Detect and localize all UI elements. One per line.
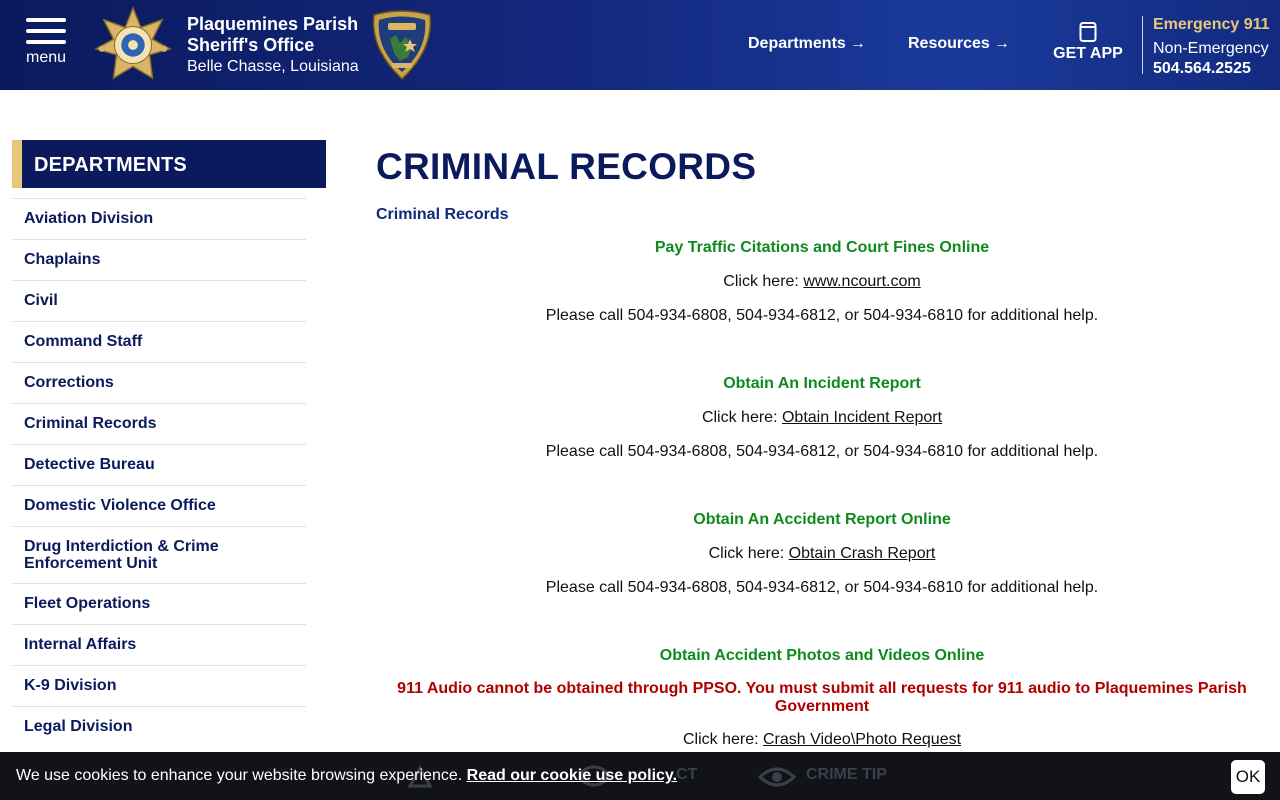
- sheriff-star-badge-logo[interactable]: [94, 6, 172, 84]
- sidebar-item-domestic-violence-office[interactable]: Domestic Violence Office: [12, 485, 306, 526]
- contact-block: Emergency 911 Non-Emergency 504.564.2525: [1153, 15, 1270, 77]
- non-emergency-label: Non-Emergency: [1153, 40, 1269, 57]
- incident-report-link[interactable]: Obtain Incident Report: [782, 409, 942, 426]
- ghost-contact-label: CT: [676, 766, 698, 783]
- sidebar-item-label: Aviation Division: [24, 210, 154, 227]
- section-traffic-citations: Pay Traffic Citations and Court Fines On…: [376, 238, 1268, 326]
- click-prefix: Click here:: [701, 409, 778, 426]
- sidebar-item-drug-interdiction[interactable]: Drug Interdiction & Crime Enforcement Un…: [12, 526, 306, 583]
- cookie-ok-button[interactable]: OK: [1231, 760, 1265, 794]
- get-app-label: GET APP: [1053, 45, 1123, 62]
- sidebar-item-k9-division[interactable]: K-9 Division: [12, 665, 306, 706]
- crash-report-link[interactable]: Obtain Crash Report: [789, 545, 936, 562]
- cookie-banner: CT CRIME TIP We use cookies to enhance y…: [0, 752, 1280, 800]
- breadcrumb[interactable]: Criminal Records: [376, 206, 508, 224]
- sidebar-item-aviation-division[interactable]: Aviation Division: [12, 198, 306, 239]
- sidebar-item-detective-bureau[interactable]: Detective Bureau: [12, 444, 306, 485]
- click-line: Click here: www.ncourt.com: [376, 272, 1268, 292]
- sidebar-item-civil[interactable]: Civil: [12, 280, 306, 321]
- help-text: Please call 504-934-6808, 504-934-6812, …: [545, 307, 1099, 324]
- sidebar-item-label: Corrections: [24, 374, 114, 391]
- org-name-line1: Plaquemines Parish: [187, 14, 359, 34]
- site-header: menu Plaquemines Parish Sheriff's Office…: [0, 0, 1280, 90]
- hamburger-icon-bar: [26, 29, 66, 33]
- click-line: Click here: Obtain Incident Report: [376, 408, 1268, 428]
- nav-departments[interactable]: Departments →: [748, 35, 866, 53]
- section-incident-report: Obtain An Incident Report Click here: Ob…: [376, 374, 1268, 462]
- sidebar-department-list: Aviation Division Chaplains Civil Comman…: [12, 198, 306, 747]
- hamburger-icon: [26, 18, 66, 22]
- sidebar-heading-text: DEPARTMENTS: [34, 154, 187, 176]
- sidebar-item-label: K-9 Division: [24, 677, 117, 694]
- org-location: Belle Chasse, Louisiana: [187, 58, 359, 75]
- nav-resources[interactable]: Resources →: [908, 35, 1010, 53]
- click-prefix: Click here:: [723, 273, 799, 290]
- page-title: CRIMINAL RECORDS: [376, 146, 757, 187]
- ghost-crime-tip-label: CRIME TIP: [806, 766, 887, 783]
- sidebar-item-internal-affairs[interactable]: Internal Affairs: [12, 624, 306, 665]
- sidebar-item-label: Criminal Records: [24, 415, 157, 432]
- click-prefix: Click here:: [708, 545, 785, 562]
- sidebar-item-label: Detective Bureau: [24, 456, 155, 473]
- arrow-right-icon: →: [993, 35, 1010, 52]
- smartphone-icon: [1079, 22, 1097, 42]
- arrow-right-icon: →: [849, 35, 866, 52]
- sidebar-item-label: Internal Affairs: [24, 636, 137, 653]
- sidebar-item-label: Drug Interdiction & Crime Enforcement Un…: [24, 538, 219, 572]
- ncourt-link[interactable]: www.ncourt.com: [803, 273, 920, 290]
- audio-warning: 911 Audio cannot be obtained through PPS…: [397, 680, 1247, 715]
- section-accident-report: Obtain An Accident Report Online Click h…: [376, 510, 1268, 598]
- nav-departments-label: Departments: [748, 35, 846, 52]
- sidebar-item-label: Domestic Violence Office: [24, 497, 216, 514]
- help-text: Please call 504-934-6808, 504-934-6812, …: [545, 579, 1099, 596]
- sidebar-item-legal-division[interactable]: Legal Division: [12, 706, 306, 747]
- sidebar-item-label: Chaplains: [24, 251, 101, 268]
- sidebar-item-label: Fleet Operations: [24, 595, 151, 612]
- click-prefix: Click here:: [682, 731, 759, 748]
- menu-button[interactable]: menu: [24, 18, 68, 67]
- sidebar-heading: DEPARTMENTS: [12, 140, 326, 188]
- cookie-message: We use cookies to enhance your website b…: [16, 767, 463, 784]
- hamburger-icon-bar: [26, 40, 66, 44]
- sidebar-item-label: Legal Division: [24, 718, 133, 735]
- eye-icon: [758, 767, 796, 787]
- emergency-number[interactable]: Emergency 911: [1153, 15, 1270, 35]
- get-app-button[interactable]: GET APP: [1052, 22, 1124, 63]
- menu-label: menu: [25, 49, 67, 66]
- sidebar-item-chaplains[interactable]: Chaplains: [12, 239, 306, 280]
- click-line: Click here: Crash Video\Photo Request: [376, 730, 1268, 750]
- crash-video-photo-link[interactable]: Crash Video\Photo Request: [763, 731, 961, 748]
- section-title: Obtain Accident Photos and Videos Online: [659, 647, 985, 664]
- sidebar-item-command-staff[interactable]: Command Staff: [12, 321, 306, 362]
- sidebar-item-corrections[interactable]: Corrections: [12, 362, 306, 403]
- org-name-block[interactable]: Plaquemines Parish Sheriff's Office Bell…: [187, 14, 359, 78]
- section-title: Obtain An Incident Report: [723, 375, 921, 392]
- sidebar-item-label: Civil: [24, 292, 58, 309]
- help-text: Please call 504-934-6808, 504-934-6812, …: [545, 443, 1099, 460]
- non-emergency-phone[interactable]: 504.564.2525: [1153, 60, 1270, 77]
- header-divider: [1142, 16, 1143, 74]
- sidebar-item-fleet-operations[interactable]: Fleet Operations: [12, 583, 306, 624]
- nav-resources-label: Resources: [908, 35, 990, 52]
- sidebar-item-label: Command Staff: [24, 333, 143, 350]
- click-line: Click here: Obtain Crash Report: [376, 544, 1268, 564]
- main-content: Pay Traffic Citations and Court Fines On…: [376, 238, 1268, 750]
- cookie-message-line: We use cookies to enhance your website b…: [16, 767, 677, 785]
- sidebar-item-criminal-records[interactable]: Criminal Records: [12, 403, 306, 444]
- org-name-line2: Sheriff's Office: [187, 35, 315, 55]
- cookie-policy-link[interactable]: Read our cookie use policy.: [467, 767, 677, 784]
- sheriff-patch-logo: [372, 10, 432, 81]
- section-title: Obtain An Accident Report Online: [693, 511, 951, 528]
- section-title: Pay Traffic Citations and Court Fines On…: [654, 239, 990, 256]
- section-accident-photos: Obtain Accident Photos and Videos Online…: [376, 646, 1268, 750]
